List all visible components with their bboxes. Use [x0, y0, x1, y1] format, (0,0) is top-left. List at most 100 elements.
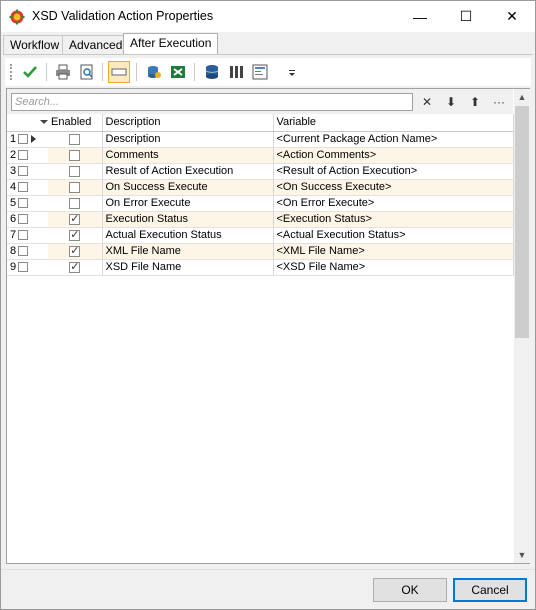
- row-header[interactable]: 6: [7, 211, 48, 228]
- clear-search-icon[interactable]: ✕: [419, 94, 435, 110]
- enabled-cell: [48, 147, 103, 164]
- enabled-checkbox[interactable]: [69, 244, 81, 257]
- table-body: 1 Description <Current Package Action Name…: [7, 131, 514, 276]
- description-cell[interactable]: Actual Execution Status: [102, 227, 274, 244]
- check-icon[interactable]: [19, 61, 41, 83]
- tab-strip: Workflow Advanced After Execution: [3, 33, 533, 55]
- variable-cell[interactable]: <Actual Execution Status>: [273, 227, 514, 244]
- excel-export-icon[interactable]: [167, 61, 189, 83]
- app-gear-icon: [9, 9, 25, 25]
- maximize-button[interactable]: ☐: [443, 1, 489, 32]
- scroll-down-icon[interactable]: ▼: [514, 547, 530, 563]
- description-cell[interactable]: Execution Status: [102, 211, 274, 228]
- row-select-checkbox[interactable]: [18, 198, 29, 209]
- variable-cell[interactable]: <XML File Name>: [273, 243, 514, 260]
- variable-cell[interactable]: <On Error Execute>: [273, 195, 514, 212]
- vertical-scrollbar[interactable]: ▲ ▼: [514, 89, 530, 563]
- enabled-checkbox[interactable]: [69, 212, 81, 225]
- row-number: 6: [10, 213, 17, 225]
- minimize-button[interactable]: —: [397, 1, 443, 32]
- print-preview-icon[interactable]: [76, 61, 98, 83]
- row-header[interactable]: 1: [7, 131, 48, 148]
- variable-cell[interactable]: <XSD File Name>: [273, 259, 514, 276]
- row-select-checkbox[interactable]: [18, 262, 29, 273]
- column-header-enabled[interactable]: Enabled: [48, 114, 103, 132]
- database-icon[interactable]: [201, 61, 223, 83]
- search-options-icon[interactable]: ···: [491, 94, 507, 110]
- find-next-icon[interactable]: ⬇: [443, 94, 459, 110]
- description-cell[interactable]: Result of Action Execution: [102, 163, 274, 180]
- variables-table: Enabled Description Variable 1 Descriptio…: [7, 114, 514, 276]
- cancel-button[interactable]: Cancel: [453, 578, 527, 602]
- table-row[interactable]: 7 Actual Execution Status<Actual Executio…: [7, 227, 514, 244]
- column-header-variable[interactable]: Variable: [273, 114, 514, 132]
- row-header[interactable]: 7: [7, 227, 48, 244]
- enabled-checkbox[interactable]: [69, 133, 81, 145]
- variable-cell[interactable]: <Current Package Action Name>: [273, 131, 514, 148]
- search-input[interactable]: [11, 93, 413, 111]
- toolbar-grip[interactable]: [10, 64, 12, 80]
- tab-after-execution[interactable]: After Execution: [123, 33, 219, 55]
- toolbar-separator: [136, 63, 137, 81]
- variable-cell[interactable]: <Action Comments>: [273, 147, 514, 164]
- description-cell[interactable]: On Success Execute: [102, 179, 274, 196]
- row-header[interactable]: 8: [7, 243, 48, 260]
- scroll-thumb[interactable]: [515, 106, 529, 338]
- tab-workflow[interactable]: Workflow: [3, 35, 67, 54]
- title-bar[interactable]: XSD Validation Action Properties — ☐ ✕: [1, 1, 535, 32]
- scroll-up-icon[interactable]: ▲: [514, 89, 530, 105]
- description-cell[interactable]: XML File Name: [102, 243, 274, 260]
- enabled-checkbox[interactable]: [69, 197, 81, 209]
- row-header[interactable]: 3: [7, 163, 48, 180]
- table-row[interactable]: 4 On Success Execute <On Success Execute>: [7, 179, 514, 196]
- row-header[interactable]: 5: [7, 195, 48, 212]
- row-select-checkbox[interactable]: [18, 166, 29, 177]
- overflow-dropdown-icon[interactable]: [281, 61, 303, 83]
- description-cell[interactable]: On Error Execute: [102, 195, 274, 212]
- find-previous-icon[interactable]: ⬆: [467, 94, 483, 110]
- row-select-checkbox[interactable]: [18, 134, 29, 145]
- enabled-checkbox[interactable]: [69, 149, 81, 161]
- row-select-checkbox[interactable]: [18, 182, 29, 193]
- print-icon[interactable]: [52, 61, 74, 83]
- tab-advanced[interactable]: Advanced: [62, 35, 130, 54]
- table-row[interactable]: 3 Result of Action Execution <Result of Ac…: [7, 163, 514, 180]
- table-row[interactable]: 5 On Error Execute <On Error Execute>: [7, 195, 514, 212]
- row-selector-header[interactable]: [7, 114, 48, 132]
- ok-button[interactable]: OK: [373, 578, 447, 602]
- toggle-view-icon[interactable]: [108, 61, 130, 83]
- description-cell[interactable]: XSD File Name: [102, 259, 274, 276]
- toolbar: [5, 58, 531, 86]
- columns-icon[interactable]: [225, 61, 247, 83]
- enabled-checkbox[interactable]: [69, 260, 81, 273]
- tab-divider: [3, 54, 533, 55]
- report-icon[interactable]: [249, 61, 271, 83]
- row-select-checkbox[interactable]: [18, 150, 29, 161]
- row-number: 4: [10, 181, 17, 193]
- enabled-cell: [48, 243, 103, 260]
- variable-cell[interactable]: <Execution Status>: [273, 211, 514, 228]
- enabled-checkbox[interactable]: [69, 165, 81, 177]
- table-row[interactable]: 8 XML File Name<XML File Name>: [7, 243, 514, 260]
- description-cell[interactable]: Comments: [102, 147, 274, 164]
- table-row[interactable]: 6 Execution Status<Execution Status>: [7, 211, 514, 228]
- close-button[interactable]: ✕: [489, 1, 535, 32]
- row-select-checkbox[interactable]: [18, 246, 29, 257]
- table-row[interactable]: 2 Comments <Action Comments>: [7, 147, 514, 164]
- enabled-checkbox[interactable]: [69, 228, 81, 241]
- variable-cell[interactable]: <Result of Action Execution>: [273, 163, 514, 180]
- column-chooser-icon[interactable]: [40, 120, 48, 125]
- variable-cell[interactable]: <On Success Execute>: [273, 179, 514, 196]
- row-number: 5: [10, 197, 17, 209]
- row-header[interactable]: 2: [7, 147, 48, 164]
- enabled-checkbox[interactable]: [69, 181, 81, 193]
- column-header-description[interactable]: Description: [102, 114, 274, 132]
- row-header[interactable]: 9: [7, 259, 48, 276]
- row-header[interactable]: 4: [7, 179, 48, 196]
- description-cell[interactable]: Description: [102, 131, 274, 148]
- row-select-checkbox[interactable]: [18, 214, 29, 225]
- table-row[interactable]: 9 XSD File Name<XSD File Name>: [7, 259, 514, 276]
- row-select-checkbox[interactable]: [18, 230, 29, 241]
- database-user-icon[interactable]: [143, 61, 165, 83]
- table-row[interactable]: 1 Description <Current Package Action Name…: [7, 131, 514, 148]
